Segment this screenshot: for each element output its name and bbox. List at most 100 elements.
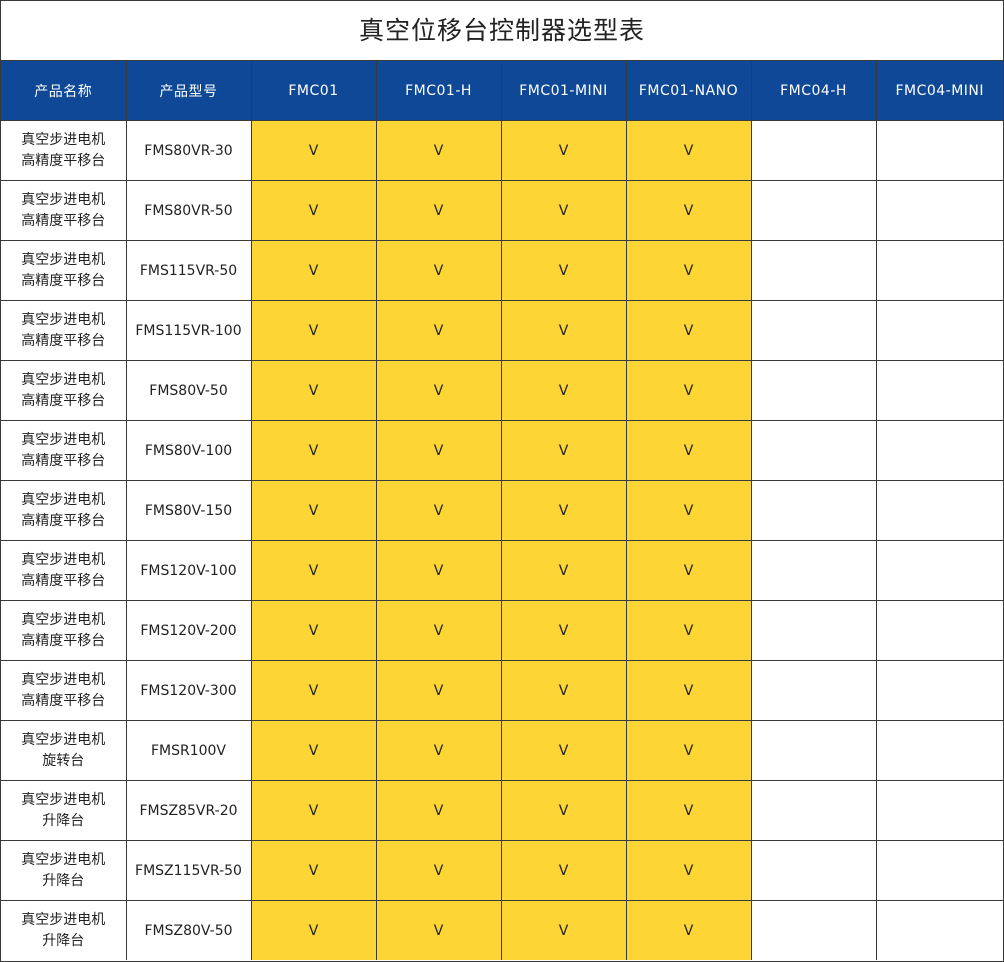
- product-name-line2: 旋转台: [42, 752, 85, 769]
- compatibility-mark-cell: V: [625, 720, 752, 781]
- empty-cell: [750, 240, 877, 301]
- compatibility-mark-cell: V: [500, 720, 627, 781]
- selection-table: 产品名称 产品型号 FMC01 FMC01-H FMC01-MINI FMC01…: [1, 61, 1003, 960]
- empty-cell: [750, 420, 877, 481]
- product-name-cell: 真空步进电机 高精度平移台: [1, 540, 127, 601]
- compatibility-mark-cell: V: [500, 480, 627, 541]
- compatibility-mark-cell: V: [250, 600, 377, 661]
- compatibility-mark-cell: V: [625, 540, 752, 601]
- compatibility-mark-cell: V: [375, 540, 502, 601]
- compatibility-mark-cell: V: [500, 360, 627, 421]
- product-name-line1: 真空步进电机: [21, 911, 106, 928]
- product-name-line1: 真空步进电机: [21, 131, 106, 148]
- product-name-cell: 真空步进电机 高精度平移台: [1, 120, 127, 181]
- selection-table-sheet: 真空位移台控制器选型表 产品名称 产品型号 FMC01 FMC01-H FMC0…: [0, 0, 1004, 962]
- header-fmc04-mini: FMC04-MINI: [875, 61, 1003, 121]
- compatibility-mark-cell: V: [500, 840, 627, 901]
- product-name-cell: 真空步进电机 升降台: [1, 780, 127, 841]
- compatibility-mark-cell: V: [375, 720, 502, 781]
- product-name-line1: 真空步进电机: [21, 671, 106, 688]
- product-name-cell: 真空步进电机 旋转台: [1, 720, 127, 781]
- compatibility-mark-cell: V: [250, 240, 377, 301]
- compatibility-mark-cell: V: [625, 180, 752, 241]
- compatibility-mark-cell: V: [500, 600, 627, 661]
- product-model-cell: FMS80V-50: [125, 360, 252, 421]
- empty-cell: [875, 660, 1003, 721]
- compatibility-mark-cell: V: [250, 780, 377, 841]
- product-name-cell: 真空步进电机 高精度平移台: [1, 300, 127, 361]
- header-product-name: 产品名称: [1, 61, 127, 121]
- product-model-cell: FMS120V-200: [125, 600, 252, 661]
- product-name-cell: 真空步进电机 高精度平移台: [1, 600, 127, 661]
- empty-cell: [750, 600, 877, 661]
- compatibility-mark-cell: V: [625, 300, 752, 361]
- compatibility-mark-cell: V: [375, 180, 502, 241]
- compatibility-mark-cell: V: [375, 780, 502, 841]
- product-name-line2: 高精度平移台: [21, 272, 106, 289]
- product-model-cell: FMSZ80V-50: [125, 900, 252, 960]
- compatibility-mark-cell: V: [500, 900, 627, 960]
- product-name-line1: 真空步进电机: [21, 191, 106, 208]
- compatibility-mark-cell: V: [625, 480, 752, 541]
- compatibility-mark-cell: V: [250, 540, 377, 601]
- empty-cell: [875, 180, 1003, 241]
- table-row: 真空步进电机 高精度平移台 FMS80V-50 V V V V: [1, 360, 1003, 421]
- empty-cell: [875, 360, 1003, 421]
- table-row: 真空步进电机 高精度平移台 FMS80VR-30 V V V V: [1, 120, 1003, 181]
- product-model-cell: FMS80VR-30: [125, 120, 252, 181]
- compatibility-mark-cell: V: [625, 840, 752, 901]
- compatibility-mark-cell: V: [250, 420, 377, 481]
- product-name-line1: 真空步进电机: [21, 791, 106, 808]
- product-name-line2: 高精度平移台: [21, 392, 106, 409]
- product-name-line1: 真空步进电机: [21, 311, 106, 328]
- empty-cell: [750, 660, 877, 721]
- compatibility-mark-cell: V: [625, 900, 752, 960]
- product-name-line2: 高精度平移台: [21, 212, 106, 229]
- table-row: 真空步进电机 高精度平移台 FMS120V-300 V V V V: [1, 660, 1003, 721]
- compatibility-mark-cell: V: [375, 300, 502, 361]
- empty-cell: [750, 120, 877, 181]
- empty-cell: [750, 780, 877, 841]
- product-name-line1: 真空步进电机: [21, 551, 106, 568]
- compatibility-mark-cell: V: [375, 480, 502, 541]
- product-name-line2: 高精度平移台: [21, 632, 106, 649]
- compatibility-mark-cell: V: [500, 420, 627, 481]
- header-fmc01-nano: FMC01-NANO: [625, 61, 752, 121]
- compatibility-mark-cell: V: [625, 780, 752, 841]
- product-model-cell: FMS115VR-50: [125, 240, 252, 301]
- compatibility-mark-cell: V: [250, 180, 377, 241]
- empty-cell: [875, 780, 1003, 841]
- compatibility-mark-cell: V: [375, 600, 502, 661]
- product-name-line2: 高精度平移台: [21, 692, 106, 709]
- compatibility-mark-cell: V: [625, 240, 752, 301]
- compatibility-mark-cell: V: [500, 780, 627, 841]
- product-name-line2: 升降台: [42, 932, 85, 949]
- product-model-cell: FMS80V-150: [125, 480, 252, 541]
- product-model-cell: FMS80VR-50: [125, 180, 252, 241]
- empty-cell: [875, 840, 1003, 901]
- table-row: 真空步进电机 高精度平移台 FMS120V-200 V V V V: [1, 600, 1003, 661]
- product-name-line2: 高精度平移台: [21, 152, 106, 169]
- table-title: 真空位移台控制器选型表: [1, 1, 1003, 61]
- compatibility-mark-cell: V: [500, 240, 627, 301]
- table-row: 真空步进电机 高精度平移台 FMS80V-150 V V V V: [1, 480, 1003, 541]
- compatibility-mark-cell: V: [250, 360, 377, 421]
- product-name-line2: 高精度平移台: [21, 452, 106, 469]
- compatibility-mark-cell: V: [500, 300, 627, 361]
- product-name-line2: 高精度平移台: [21, 332, 106, 349]
- product-model-cell: FMS120V-300: [125, 660, 252, 721]
- product-name-cell: 真空步进电机 高精度平移台: [1, 420, 127, 481]
- product-name-cell: 真空步进电机 高精度平移台: [1, 660, 127, 721]
- compatibility-mark-cell: V: [375, 660, 502, 721]
- compatibility-mark-cell: V: [375, 120, 502, 181]
- table-row: 真空步进电机 升降台 FMSZ85VR-20 V V V V: [1, 780, 1003, 841]
- header-fmc01-h: FMC01-H: [375, 61, 502, 121]
- table-row: 真空步进电机 高精度平移台 FMS80V-100 V V V V: [1, 420, 1003, 481]
- empty-cell: [875, 900, 1003, 960]
- compatibility-mark-cell: V: [625, 420, 752, 481]
- table-row: 真空步进电机 高精度平移台 FMS115VR-50 V V V V: [1, 240, 1003, 301]
- product-name-line1: 真空步进电机: [21, 431, 106, 448]
- empty-cell: [750, 480, 877, 541]
- header-fmc04-h: FMC04-H: [750, 61, 877, 121]
- product-name-cell: 真空步进电机 高精度平移台: [1, 240, 127, 301]
